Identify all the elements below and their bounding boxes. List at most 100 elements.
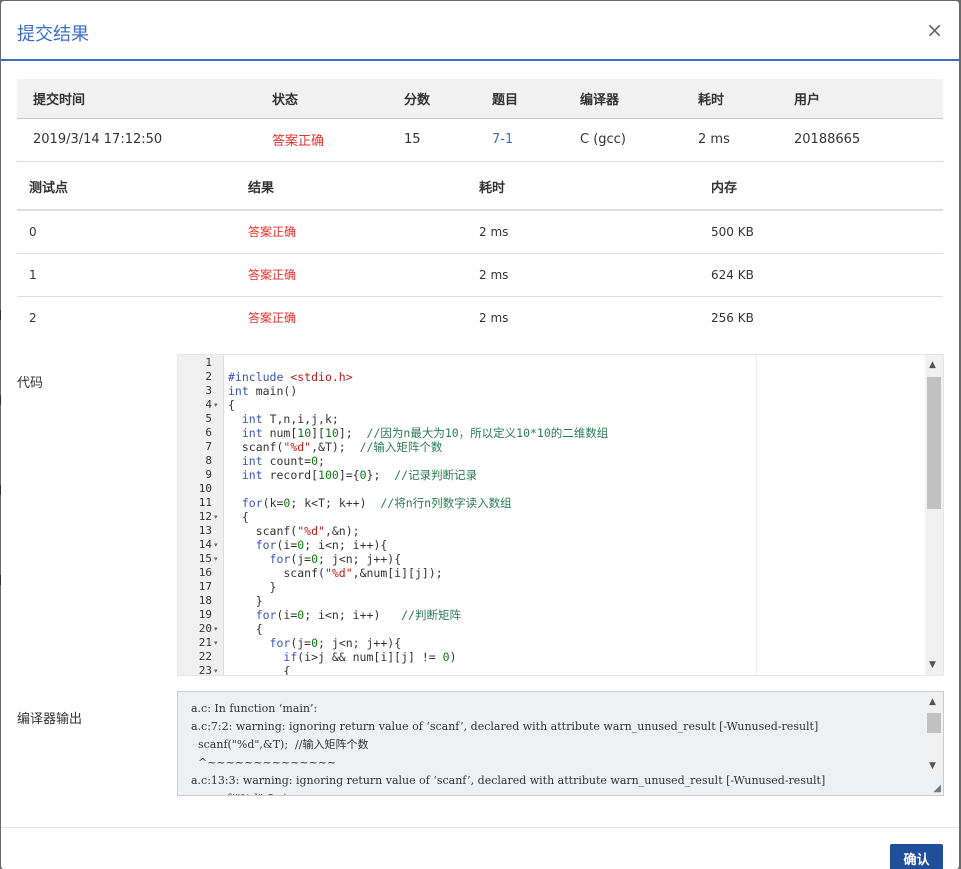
footer-divider — [1, 827, 959, 828]
table-row: 1 答案正确 2 ms 624 KB — [17, 253, 943, 297]
test-memory: 500 KB — [710, 210, 943, 254]
test-result: 答案正确 — [247, 253, 478, 297]
fold-toggle-icon[interactable]: ▾ — [214, 510, 223, 524]
fold-toggle-icon — [214, 440, 223, 454]
test-result: 答案正确 — [247, 210, 478, 254]
table-row: 2 答案正确 2 ms 256 KB — [17, 296, 943, 339]
fold-toggle-icon[interactable]: ▾ — [214, 622, 223, 636]
fold-toggle-icon[interactable]: ▾ — [214, 552, 223, 566]
header-test-point: 测试点 — [17, 164, 247, 211]
confirm-button[interactable]: 确认 — [890, 844, 943, 869]
line-number: 11 — [198, 496, 212, 509]
status-accepted: 答案正确 — [271, 118, 403, 162]
output-scrollbar[interactable]: ▲ ▼ — [925, 692, 943, 776]
line-number: 16 — [198, 566, 212, 579]
header-submit-time: 提交时间 — [17, 79, 271, 119]
compiler-output-line: ^~~~~~~~~~~~~~~ — [191, 756, 337, 769]
summary-header-row: 提交时间 状态 分数 题目 编译器 耗时 用户 — [17, 79, 943, 119]
code-line: #include <stdio.h> — [228, 370, 353, 384]
code-line: for(j=0; j<n; j++){ — [269, 636, 402, 650]
test-time: 2 ms — [479, 310, 509, 325]
fold-toggle-icon — [214, 650, 223, 664]
fold-toggle-icon — [214, 454, 223, 468]
line-number: 5 — [205, 412, 212, 425]
line-number: 19 — [198, 608, 212, 621]
line-number: 23 — [198, 664, 212, 676]
compiler: C (gcc) — [579, 118, 697, 162]
fold-toggle-icon — [214, 482, 223, 496]
table-row: 0 答案正确 2 ms 500 KB — [17, 210, 943, 254]
output-scroll-thumb[interactable] — [927, 713, 941, 733]
line-number: 21 — [198, 636, 212, 649]
line-number: 2 — [205, 370, 212, 383]
line-number: 15 — [198, 552, 212, 565]
header-status: 状态 — [271, 79, 403, 119]
header-result: 结果 — [247, 164, 478, 211]
code-line: int num[10][10]; //因为n最大为10，所以定义10*10的二维… — [241, 426, 609, 440]
line-number: 3 — [205, 384, 212, 397]
test-case-table: 测试点 结果 耗时 内存 0 答案正确 2 ms 500 KB 1 答案正确 2… — [17, 164, 943, 339]
code-text[interactable]: #include <stdio.h> int main(){ int T,n,i,… — [228, 356, 609, 675]
line-number: 10 — [198, 482, 212, 495]
header-score: 分数 — [403, 79, 491, 119]
problem-link[interactable]: 7-1 — [491, 118, 579, 162]
dialog-header: 提交结果 × — [1, 1, 959, 61]
score: 15 — [403, 118, 491, 162]
user-id: 20188665 — [793, 118, 943, 162]
code-line: { — [228, 510, 249, 524]
code-scrollbar[interactable]: ▲ ▼ — [925, 355, 943, 675]
compiler-output-box[interactable]: a.c: In function ‘main’: a.c:7:2: warning… — [177, 691, 944, 796]
code-line: for(k=0; k<T; k++) //将n行n列数字读入数组 — [241, 496, 512, 510]
fold-toggle-icon — [214, 608, 223, 622]
fold-toggle-icon — [214, 468, 223, 482]
print-margin — [756, 355, 757, 675]
code-line: { — [228, 398, 235, 412]
test-time: 2 ms — [478, 253, 710, 297]
compiler-output-line: scanf("%d",&n); — [191, 790, 825, 795]
header-problem: 题目 — [491, 79, 579, 119]
test-result: 答案正确 — [248, 311, 297, 326]
dialog-title: 提交结果 — [17, 24, 89, 45]
header-test-time: 耗时 — [478, 164, 710, 211]
scroll-up-icon[interactable]: ▲ — [929, 360, 936, 370]
submit-time: 2019/3/14 17:12:50 — [17, 118, 271, 162]
fold-toggle-icon — [214, 496, 223, 510]
fold-toggle-icon — [214, 384, 223, 398]
code-line: } — [228, 580, 277, 594]
resize-handle-icon[interactable]: ◢ — [933, 783, 941, 794]
fold-toggle-icon — [214, 412, 223, 426]
code-line: scanf("%d",&num[i][j]); — [228, 566, 443, 580]
header-user: 用户 — [793, 79, 943, 119]
scroll-down-icon[interactable]: ▼ — [929, 660, 936, 670]
line-number: 14 — [198, 538, 212, 551]
scroll-up-icon[interactable]: ▲ — [929, 697, 936, 707]
compiler-output-text: a.c: In function ‘main’: a.c:7:2: warning… — [191, 700, 825, 795]
line-numbers: 1 2 3 4 5 6 7 8 9 10 11 12 13 14 15 16 17 18 19 20 21 22 23 — [178, 356, 212, 676]
fold-toggle-icon[interactable]: ▾ — [214, 636, 223, 650]
fold-toggle-icon — [214, 566, 223, 580]
header-time: 耗时 — [697, 79, 793, 119]
code-label: 代码 — [17, 376, 44, 391]
code-line: int T,n,i,j,k; — [241, 412, 339, 426]
code-line: { — [228, 622, 263, 636]
fold-toggle-icon — [214, 524, 223, 538]
fold-toggle-icon — [214, 426, 223, 440]
test-time: 2 ms — [478, 210, 710, 254]
code-line: scanf("%d",&n); — [228, 524, 360, 538]
code-editor[interactable]: 1 2 3 4 5 6 7 8 9 10 11 12 13 14 15 16 17 18 19 20 21 22 23 ▾ … — [177, 354, 944, 676]
test-header-row: 测试点 结果 耗时 内存 — [17, 164, 943, 211]
line-number: 18 — [198, 594, 212, 607]
scroll-down-icon[interactable]: ▼ — [929, 761, 936, 771]
elapsed-time: 2 ms — [697, 118, 793, 162]
fold-toggle-icon[interactable]: ▾ — [214, 398, 223, 412]
line-number: 8 — [205, 454, 212, 467]
fold-toggle-icon[interactable]: ▾ — [214, 538, 223, 552]
close-icon[interactable]: × — [926, 18, 943, 42]
header-memory: 内存 — [710, 164, 943, 211]
code-line: } — [228, 594, 263, 608]
fold-toggle-icon — [214, 356, 223, 370]
code-scroll-thumb[interactable] — [927, 377, 941, 509]
fold-toggle-icon[interactable]: ▾ — [214, 664, 223, 675]
